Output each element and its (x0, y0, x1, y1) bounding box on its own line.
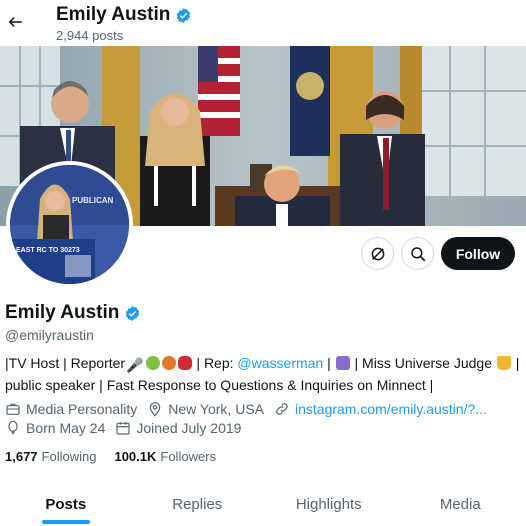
basketball-emoji-icon (161, 356, 176, 370)
bio-mention-link[interactable]: @wasserman (237, 355, 323, 371)
profile-name: Emily Austin (5, 302, 141, 324)
profile-handle: @emilyraustin (5, 327, 94, 343)
microphone-emoji-icon: 🎤 (126, 357, 144, 373)
verified-badge-icon (126, 305, 140, 321)
following-link[interactable]: 1,677 Following (5, 449, 96, 464)
tab-highlights[interactable]: Highlights (263, 482, 395, 526)
meta-category-text: Media Personality (26, 401, 138, 417)
link-icon (276, 403, 288, 415)
following-label: Following (41, 449, 97, 464)
meta-birthday-text: Born May 24 (26, 420, 106, 436)
profile-meta-row-2: Born May 24 Joined July 2019 (5, 420, 251, 436)
verified-badge-icon (177, 7, 191, 23)
location-pin-icon (150, 402, 161, 417)
search-button[interactable] (401, 237, 434, 270)
tab-media[interactable]: Media (395, 482, 526, 526)
followers-link[interactable]: 100.1K Followers (114, 449, 216, 464)
bio-text-2: | Rep: (192, 355, 238, 371)
meta-birthday: Born May 24 (5, 420, 105, 436)
followers-label: Followers (160, 449, 217, 464)
avatar-sign-text: PUBLICAN (72, 196, 114, 205)
following-count: 1,677 (5, 449, 38, 464)
profile-bio: |TV Host | Reporter🎤 | Rep: @wasserman |… (5, 353, 521, 395)
star-of-david-emoji-icon (335, 356, 350, 370)
subscribe-icon (371, 247, 384, 260)
header-post-count: 2,944 posts (56, 28, 124, 43)
meta-location-text: New York, USA (168, 401, 264, 417)
avatar[interactable]: PUBLICAN EAST RC TO 30273 (6, 161, 133, 288)
bio-text-3: | (323, 355, 335, 371)
profile-name-text: Emily Austin (5, 302, 120, 323)
subscribe-button[interactable] (361, 237, 394, 270)
followers-count: 100.1K (114, 449, 157, 464)
briefcase-icon (6, 403, 20, 415)
crown-emoji-icon (496, 356, 511, 370)
meta-category: Media Personality (5, 401, 137, 417)
bio-text-4: | Miss Universe Judge (350, 355, 496, 371)
tab-replies[interactable]: Replies (132, 482, 264, 526)
header-name-text: Emily Austin (56, 4, 171, 25)
tab-posts[interactable]: Posts (0, 482, 132, 526)
meta-joined-text: Joined July 2019 (136, 420, 242, 436)
balloon-icon (8, 420, 18, 435)
avatar-photo: PUBLICAN EAST RC TO 30273 (10, 165, 129, 284)
calendar-icon (116, 422, 130, 435)
search-icon (410, 246, 425, 261)
meta-location: New York, USA (147, 401, 264, 417)
back-arrow-icon[interactable] (6, 11, 24, 33)
profile-tabs: Posts Replies Highlights Media (0, 482, 526, 526)
profile-header: Emily Austin 2,944 posts (0, 0, 526, 46)
avatar-podium-text: EAST RC TO 30273 (16, 247, 80, 254)
meta-joined: Joined July 2019 (115, 420, 241, 436)
tennis-ball-emoji-icon (145, 356, 160, 370)
profile-meta-row-1: Media Personality New York, USA instagra… (5, 401, 497, 417)
header-name: Emily Austin (56, 4, 192, 26)
meta-website-link[interactable]: instagram.com/emily.austin/?... (295, 401, 487, 417)
profile-stats: 1,677 Following 100.1K Followers (5, 449, 216, 464)
bio-text-1: |TV Host | Reporter (5, 355, 126, 371)
meta-website[interactable]: instagram.com/emily.austin/?... (274, 401, 487, 417)
follow-button[interactable]: Follow (441, 237, 515, 270)
boxing-glove-emoji-icon (177, 356, 192, 370)
